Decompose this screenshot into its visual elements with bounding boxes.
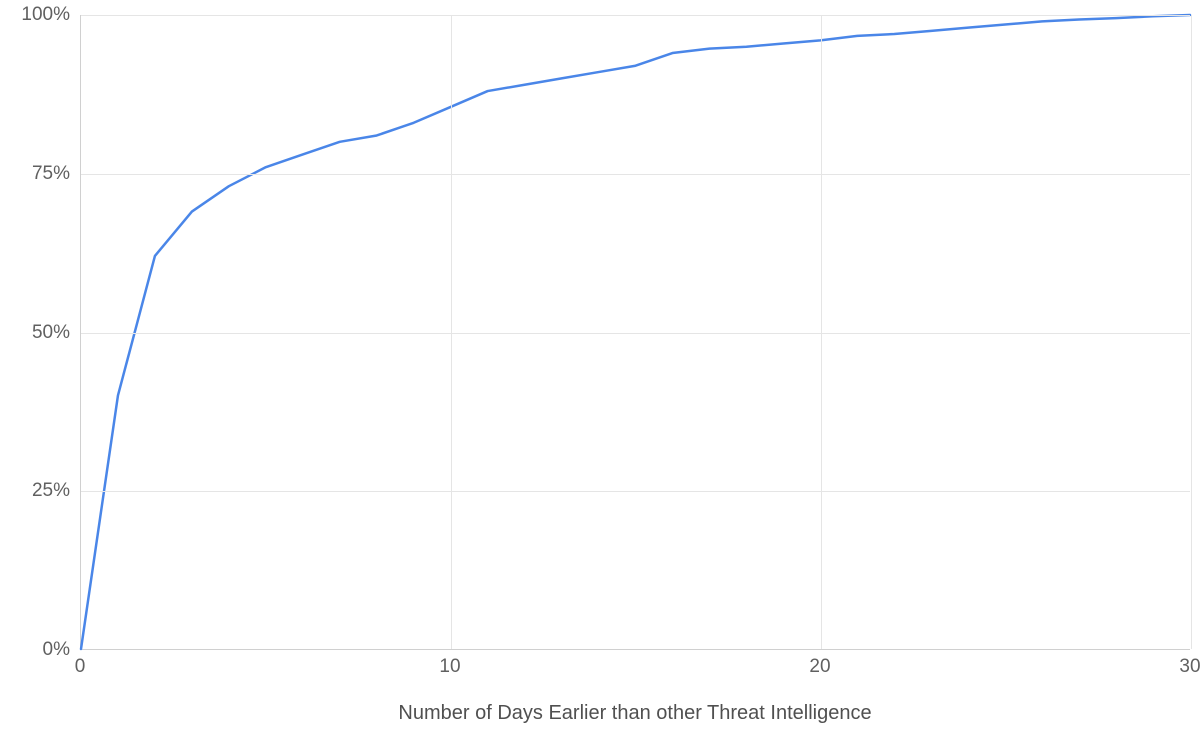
y-tick-label: 75% — [10, 163, 70, 185]
x-tick-label: 10 — [439, 656, 460, 678]
gridline-v — [1191, 15, 1192, 649]
chart-container: Number of Days Earlier than other Threat… — [0, 0, 1200, 742]
x-tick-label: 20 — [809, 656, 830, 678]
gridline-h — [81, 333, 1190, 334]
gridline-v — [821, 15, 822, 649]
y-tick-label: 25% — [10, 480, 70, 502]
gridline-v — [451, 15, 452, 649]
x-axis-label: Number of Days Earlier than other Threat… — [80, 702, 1190, 725]
gridline-h — [81, 15, 1190, 16]
gridline-h — [81, 491, 1190, 492]
x-tick-label: 30 — [1179, 656, 1200, 678]
y-tick-label: 100% — [10, 4, 70, 26]
gridline-h — [81, 174, 1190, 175]
y-tick-label: 50% — [10, 322, 70, 344]
x-tick-label: 0 — [75, 656, 86, 678]
y-tick-label: 0% — [10, 639, 70, 661]
plot-area — [80, 15, 1190, 650]
